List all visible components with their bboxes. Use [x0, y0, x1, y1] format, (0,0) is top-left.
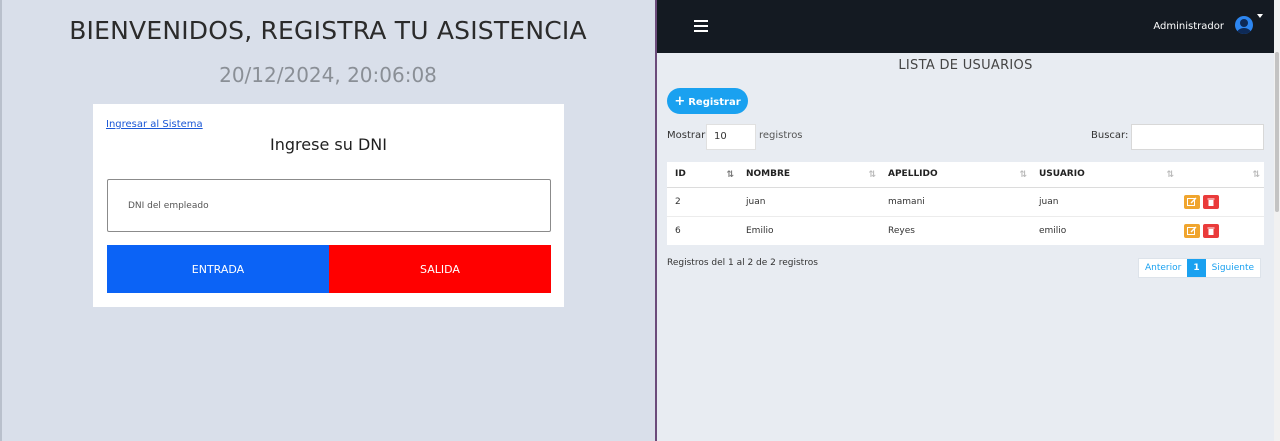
cell-apellido: Reyes	[880, 215, 1031, 245]
edit-icon[interactable]	[1184, 194, 1200, 209]
plus-icon: +	[674, 93, 686, 109]
cell-usuario: juan	[1031, 186, 1178, 216]
dni-title: Ingrese su DNI	[270, 135, 387, 154]
table-header-row: ID ⇅ NOMBRE ⇅ APELLIDO ⇅ USUARIO ⇅ ⇅	[667, 162, 1264, 188]
sort-asc-icon[interactable]: ⇅	[726, 170, 733, 180]
login-link[interactable]: Ingresar al Sistema	[106, 119, 203, 130]
caret-down-icon[interactable]	[1257, 14, 1263, 18]
sort-icon[interactable]: ⇅	[1019, 170, 1026, 180]
salida-button[interactable]: SALIDA	[329, 245, 551, 293]
attendance-card: Ingresar al Sistema Ingrese su DNI ENTRA…	[93, 104, 564, 307]
hamburger-icon[interactable]	[694, 20, 708, 32]
attendance-pane: BIENVENIDOS, REGISTRA TU ASISTENCIA 20/1…	[0, 0, 655, 441]
col-header-actions[interactable]: ⇅	[1178, 162, 1264, 188]
cell-actions	[1178, 186, 1264, 216]
search-label: Buscar:	[1091, 130, 1129, 141]
trash-icon[interactable]	[1203, 194, 1219, 209]
users-table: ID ⇅ NOMBRE ⇅ APELLIDO ⇅ USUARIO ⇅ ⇅ 2 juan …	[667, 162, 1264, 245]
col-header-id[interactable]: ID ⇅	[667, 162, 738, 188]
col-header-usuario[interactable]: USUARIO ⇅	[1031, 162, 1178, 188]
user-avatar-icon[interactable]	[1235, 16, 1253, 34]
cell-id: 2	[667, 186, 738, 216]
show-label: Mostrar	[667, 130, 706, 141]
edit-icon[interactable]	[1184, 223, 1200, 238]
sort-icon[interactable]: ⇅	[868, 170, 875, 180]
cell-nombre: Emilio	[738, 215, 880, 245]
sort-icon[interactable]: ⇅	[1252, 170, 1259, 180]
table-row: 6 Emilio Reyes emilio	[667, 215, 1264, 245]
cell-actions	[1178, 215, 1264, 245]
cell-apellido: mamani	[880, 186, 1031, 216]
dni-input[interactable]	[107, 179, 551, 232]
welcome-title: BIENVENIDOS, REGISTRA TU ASISTENCIA	[69, 16, 587, 45]
col-header-nombre[interactable]: NOMBRE ⇅	[738, 162, 880, 188]
show-suffix: registros	[759, 130, 803, 141]
entrada-button[interactable]: ENTRADA	[107, 245, 329, 293]
register-label: Registrar	[688, 96, 741, 108]
next-page-button[interactable]: Siguiente	[1206, 259, 1260, 277]
cell-usuario: emilio	[1031, 215, 1178, 245]
prev-page-button[interactable]: Anterior	[1139, 259, 1187, 277]
users-list-title: LISTA DE USUARIOS	[898, 58, 1033, 73]
user-name[interactable]: Administrador	[1153, 21, 1224, 32]
table-info: Registros del 1 al 2 de 2 registros	[667, 258, 818, 268]
page-1-button[interactable]: 1	[1187, 259, 1206, 277]
pagination: Anterior 1 Siguiente	[1138, 258, 1262, 278]
sort-icon[interactable]: ⇅	[1166, 170, 1173, 180]
register-button[interactable]: + Registrar	[667, 88, 748, 114]
trash-icon[interactable]	[1203, 223, 1219, 238]
table-row: 2 juan mamani juan	[667, 186, 1264, 216]
scrollbar-thumb[interactable]	[1275, 52, 1279, 212]
scrollbar[interactable]	[1274, 0, 1280, 441]
cell-id: 6	[667, 215, 738, 245]
clock-display: 20/12/2024, 20:06:08	[219, 63, 437, 87]
admin-pane: Administrador LISTA DE USUARIOS + Registr…	[657, 0, 1280, 441]
top-navbar: Administrador	[657, 0, 1274, 53]
page-length-select[interactable]: 10	[706, 124, 756, 150]
cell-nombre: juan	[738, 186, 880, 216]
search-input[interactable]	[1131, 124, 1264, 150]
col-header-apellido[interactable]: APELLIDO ⇅	[880, 162, 1031, 188]
